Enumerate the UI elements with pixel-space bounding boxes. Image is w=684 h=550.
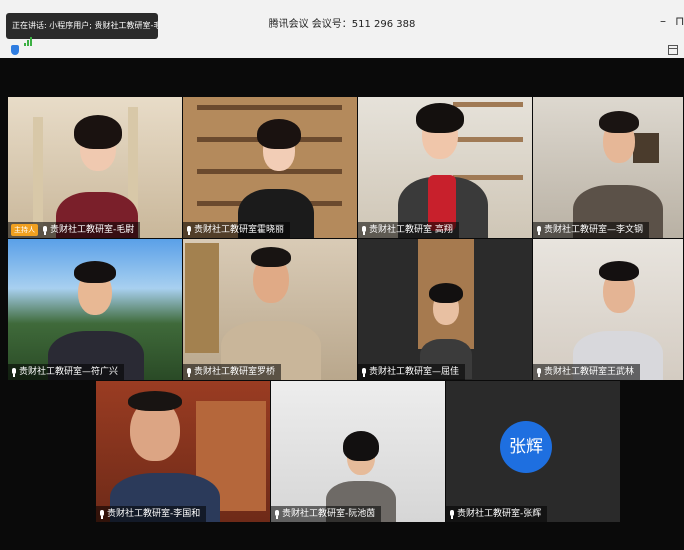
mic-icon (186, 225, 192, 235)
mic-icon (536, 367, 542, 377)
restore-button[interactable]: ⊓ (675, 14, 684, 28)
mic-icon (99, 509, 105, 519)
video-tile[interactable]: 贵财社工教研室-李国和 (96, 381, 271, 523)
host-badge: 主持人 (11, 224, 38, 236)
mic-icon (536, 225, 542, 235)
participant-name: 贵财社工教研室罗桥 (194, 367, 276, 377)
video-tile[interactable]: 贵财社工教研室霍晓丽 (183, 97, 358, 239)
participant-name: 贵财社工教研室霍晓丽 (194, 225, 285, 235)
mic-icon (11, 367, 17, 377)
participant-nameplate: 贵财社工教研室-张辉 (446, 506, 548, 522)
security-shield-icon[interactable] (11, 45, 19, 55)
participant-name: 贵财社工教研室王武林 (544, 367, 635, 377)
video-tile[interactable]: 贵财社工教研室 高翔 (358, 97, 533, 239)
video-tile[interactable]: 贵财社工教研室—屈佳 (358, 239, 533, 381)
participant-avatar: 张辉 (500, 421, 552, 473)
participant-nameplate: 贵财社工教研室王武林 (533, 364, 641, 380)
video-tile[interactable]: 张辉 贵财社工教研室-张辉 (446, 381, 621, 523)
participant-nameplate: 贵财社工教研室罗桥 (183, 364, 282, 380)
mic-icon (42, 225, 48, 235)
participant-nameplate: 贵财社工教研室-李国和 (96, 506, 207, 522)
video-tile[interactable]: 贵财社工教研室罗桥 (183, 239, 358, 381)
participant-name: 贵财社工教研室-李国和 (107, 509, 201, 519)
title-bar: 正在讲话: 小程序用户; 贵财社工教研室-毛尉 腾讯会议 会议号：511 296… (0, 0, 684, 44)
participant-name: 贵财社工教研室-阮池茵 (282, 509, 376, 519)
participant-nameplate: 主持人 贵财社工教研室-毛尉 (8, 222, 141, 238)
participant-name: 贵财社工教研室—李文钢 (544, 225, 644, 235)
participant-name: 贵财社工教研室 高翔 (369, 225, 453, 235)
minimize-button[interactable]: – (660, 14, 666, 28)
participant-nameplate: 贵财社工教研室—符广兴 (8, 364, 125, 380)
status-bar (0, 37, 684, 58)
participant-name: 贵财社工教研室-张辉 (457, 509, 542, 519)
participant-nameplate: 贵财社工教研室—李文钢 (533, 222, 650, 238)
participant-nameplate: 贵财社工教研室 高翔 (358, 222, 459, 238)
video-tile[interactable]: 贵财社工教研室—符广兴 (8, 239, 183, 381)
video-tile[interactable]: 主持人 贵财社工教研室-毛尉 (8, 97, 183, 239)
mic-icon (361, 367, 367, 377)
mic-icon (361, 225, 367, 235)
layout-icon[interactable] (668, 45, 678, 55)
participant-name: 贵财社工教研室—符广兴 (19, 367, 119, 377)
participant-nameplate: 贵财社工教研室-阮池茵 (271, 506, 382, 522)
participant-name: 贵财社工教研室—屈佳 (369, 367, 460, 377)
participant-nameplate: 贵财社工教研室—屈佳 (358, 364, 466, 380)
video-grid: 主持人 贵财社工教研室-毛尉 贵财社工教研室霍晓丽 贵财社工教研室 高翔 贵财社… (0, 58, 684, 550)
mic-icon (186, 367, 192, 377)
mic-icon (274, 509, 280, 519)
participant-nameplate: 贵财社工教研室霍晓丽 (183, 222, 291, 238)
video-tile[interactable]: 贵财社工教研室-阮池茵 (271, 381, 446, 523)
participant-name: 贵财社工教研室-毛尉 (50, 225, 135, 235)
video-tile[interactable]: 贵财社工教研室—李文钢 (533, 97, 684, 239)
mic-icon (449, 509, 455, 519)
window-title: 腾讯会议 会议号：511 296 388 (268, 19, 416, 30)
video-tile[interactable]: 贵财社工教研室王武林 (533, 239, 684, 381)
